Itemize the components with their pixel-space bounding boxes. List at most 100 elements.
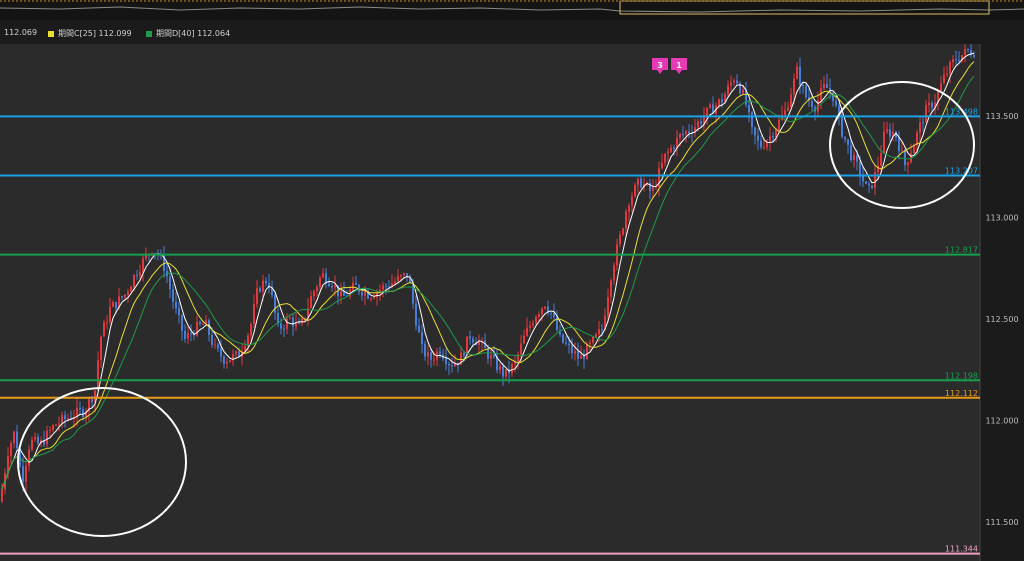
y-tick-label: 112.500 — [985, 315, 1018, 324]
candle-body — [613, 265, 615, 281]
candle-body — [940, 83, 942, 91]
candle-body — [754, 127, 756, 136]
candle-body — [751, 112, 753, 128]
candle-body — [574, 351, 576, 354]
candle-body — [589, 342, 591, 345]
candle-body — [445, 358, 447, 365]
candle-body — [250, 324, 252, 336]
candle-body — [655, 186, 657, 188]
candle-body — [952, 59, 954, 63]
candle-body — [664, 153, 666, 163]
candle-body — [463, 352, 465, 356]
candle-body — [427, 352, 429, 357]
candle-body — [289, 317, 291, 319]
candle-body — [628, 205, 630, 212]
candle-body — [700, 121, 702, 124]
candle-body — [478, 341, 480, 346]
candle-body — [79, 407, 81, 410]
candle-body — [958, 60, 960, 62]
candle-body — [679, 133, 681, 138]
y-tick-label: 111.500 — [985, 518, 1018, 527]
candle-body — [421, 332, 423, 344]
candle-body — [352, 282, 354, 290]
candle-body — [904, 150, 906, 166]
price-level-label: 112.817 — [945, 246, 978, 255]
y-tick-label: 112.000 — [985, 417, 1018, 426]
candle-body — [523, 335, 525, 344]
candle-body — [919, 122, 921, 133]
candle-body — [301, 318, 303, 324]
candle-body — [922, 122, 924, 124]
candle-body — [733, 80, 735, 83]
plot-area — [0, 44, 980, 561]
candle-body — [394, 281, 396, 284]
candle-body — [424, 343, 426, 357]
legend-item-1-text: 112.069 — [4, 28, 38, 37]
candle-body — [538, 314, 540, 317]
candle-body — [736, 80, 738, 84]
candle-body — [415, 303, 417, 326]
candle-body — [811, 100, 813, 108]
candle-body — [169, 276, 171, 290]
legend-item-1: 112.069 — [4, 28, 37, 37]
candle-body — [184, 330, 186, 339]
y-tick-label: 113.000 — [985, 214, 1018, 223]
candle-body — [502, 366, 504, 377]
candle-body — [661, 162, 663, 169]
candle-body — [109, 306, 111, 323]
candle-body — [22, 466, 24, 482]
candle-body — [841, 116, 843, 137]
navigator-strip[interactable] — [0, 0, 1024, 20]
candle-body — [223, 356, 225, 364]
candle-body — [709, 104, 711, 108]
candle-body — [586, 344, 588, 360]
candle-body — [868, 183, 870, 186]
candle-body — [37, 436, 39, 444]
candle-body — [790, 94, 792, 108]
candle-body — [142, 258, 144, 273]
candle-body — [943, 74, 945, 84]
candle-body — [901, 150, 903, 152]
candle-body — [778, 119, 780, 130]
candle-body — [403, 273, 405, 276]
candle-body — [226, 362, 228, 364]
y-tick-label: 113.500 — [985, 112, 1018, 121]
candle-body — [10, 443, 12, 457]
candle-body — [286, 318, 288, 329]
candle-body — [772, 136, 774, 138]
candle-body — [685, 131, 687, 135]
candle-body — [793, 78, 795, 95]
candle-body — [631, 196, 633, 206]
candle-body — [670, 147, 672, 152]
candle-body — [826, 83, 828, 88]
candle-body — [883, 131, 885, 154]
candle-body — [97, 360, 99, 391]
candle-body — [328, 283, 330, 287]
candle-body — [448, 364, 450, 366]
candle-body — [835, 100, 837, 106]
candle-body — [334, 285, 336, 288]
candle-body — [61, 415, 63, 424]
candle-body — [544, 306, 546, 309]
candle-body — [25, 465, 27, 482]
price-level-label: 112.112 — [945, 389, 978, 398]
candle-body — [637, 178, 639, 185]
candle-body — [889, 129, 891, 137]
candle-body — [853, 154, 855, 161]
candle-body — [439, 351, 441, 355]
candle-body — [418, 325, 420, 333]
candle-body — [331, 286, 333, 288]
candle-body — [580, 355, 582, 359]
candle-body — [706, 107, 708, 117]
legend-swatch-green-icon — [146, 30, 152, 37]
candle-body — [175, 301, 177, 309]
candle-body — [373, 297, 375, 299]
candle-body — [91, 399, 93, 403]
legend-swatch-yellow-icon — [48, 30, 54, 37]
price-chart[interactable]: 113.498113.207112.817112.198112.112111.3… — [0, 44, 1024, 561]
candle-body — [385, 285, 387, 287]
candle-body — [568, 343, 570, 345]
candle-body — [400, 275, 402, 277]
candle-body — [316, 286, 318, 292]
candle-body — [718, 99, 720, 106]
